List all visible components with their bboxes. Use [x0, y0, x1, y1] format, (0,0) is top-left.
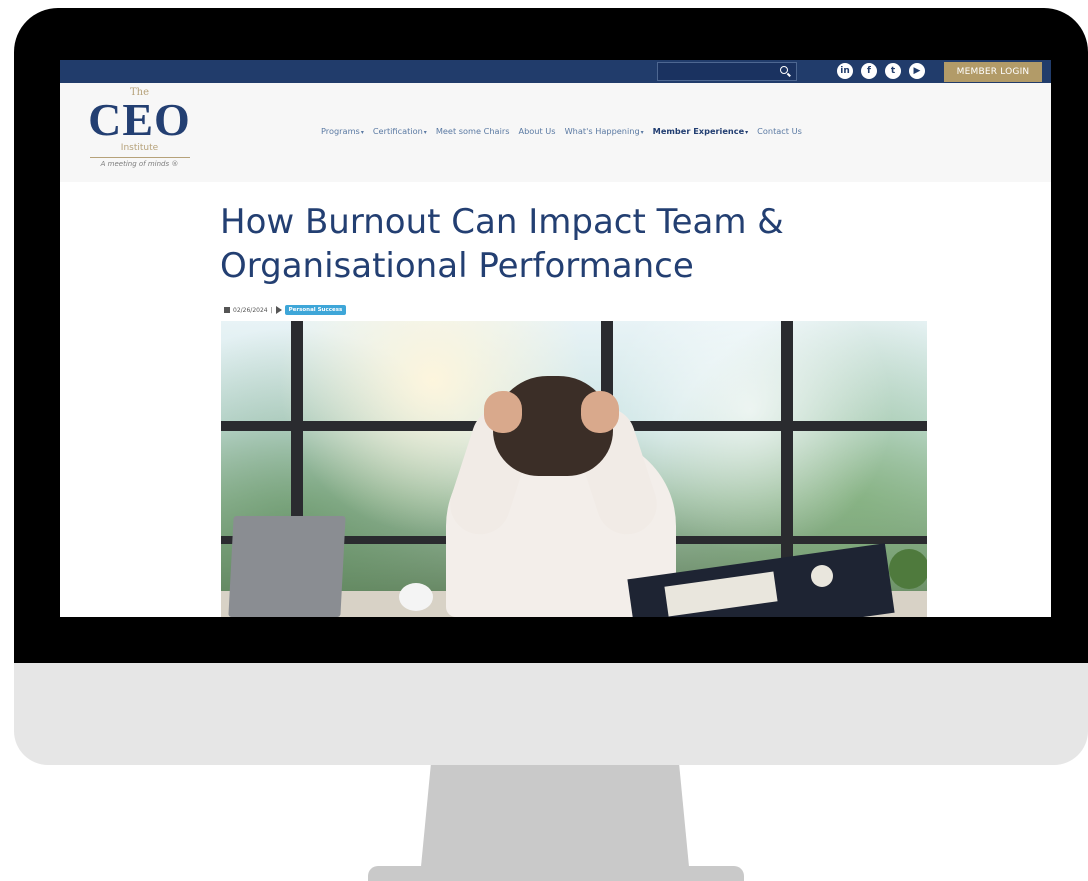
caret-down-icon: ▾	[745, 129, 749, 136]
facebook-icon[interactable]: f	[861, 63, 877, 79]
person-hand	[484, 391, 522, 433]
logo-divider	[90, 157, 190, 158]
nav-item-meet-some-chairs[interactable]: Meet some Chairs	[436, 126, 510, 142]
social-icons: in f t ▶	[837, 63, 925, 80]
nav-item-label: Member Experience	[652, 126, 745, 136]
nav-item-label: About Us	[518, 126, 556, 136]
category-tag[interactable]: Personal Success	[284, 305, 347, 315]
nav-item-label: Contact Us	[757, 126, 802, 136]
window-frame-bar	[781, 321, 793, 591]
monitor-stand-foot	[368, 866, 744, 881]
search-input[interactable]	[657, 62, 797, 81]
nav-item-about-us[interactable]: About Us	[518, 126, 555, 142]
nav-item-label: Programs	[321, 126, 360, 136]
person-hand	[581, 391, 619, 433]
nav-item-contact-us[interactable]: Contact Us	[757, 126, 802, 142]
article-date: 02/26/2024	[233, 306, 268, 314]
top-utility-bar: in f t ▶ MEMBER LOGIN	[60, 60, 1051, 83]
nav-item-label: Meet some Chairs	[435, 126, 510, 136]
site-header: The CEO Institute A meeting of minds ® P…	[60, 83, 1051, 182]
nav-item-whats-happening[interactable]: What's Happening▾	[565, 126, 644, 142]
site-logo[interactable]: The CEO Institute A meeting of minds ®	[72, 83, 207, 182]
caret-down-icon: ▾	[360, 129, 364, 136]
logo-ceo-text: CEO	[88, 94, 191, 145]
member-login-button[interactable]: MEMBER LOGIN	[944, 62, 1042, 82]
tag-icon	[275, 306, 282, 314]
calendar-icon	[224, 307, 230, 313]
article-hero-image	[221, 321, 927, 617]
nav-item-label: What's Happening	[564, 126, 640, 136]
monitor-stand-neck	[420, 765, 690, 877]
logo-institute-text: Institute	[120, 143, 159, 153]
main-navigation: Programs▾ Certification▾ Meet some Chair…	[321, 126, 802, 142]
binder-ring	[811, 565, 833, 587]
twitter-icon[interactable]: t	[885, 63, 901, 79]
linkedin-icon[interactable]: in	[837, 63, 853, 79]
caret-down-icon: ▾	[423, 129, 427, 136]
monitor-screen: in f t ▶ MEMBER LOGIN The CEO Institute …	[60, 60, 1051, 617]
nav-item-member-experience[interactable]: Member Experience▾	[653, 126, 748, 142]
monitor-chin	[14, 663, 1088, 765]
nav-item-certification[interactable]: Certification▾	[373, 126, 427, 142]
logo-tagline: A meeting of minds ®	[100, 160, 179, 168]
caret-down-icon: ▾	[640, 129, 644, 136]
potted-plant	[889, 549, 927, 589]
laptop	[228, 516, 346, 617]
article-meta: 02/26/2024 | Personal Success	[224, 304, 347, 316]
nav-item-programs[interactable]: Programs▾	[321, 126, 364, 142]
youtube-icon[interactable]: ▶	[909, 63, 925, 79]
crumpled-paper	[399, 583, 433, 611]
nav-item-label: Certification	[372, 126, 423, 136]
meta-separator: |	[270, 306, 273, 314]
search-icon[interactable]	[780, 66, 788, 74]
article-title: How Burnout Can Impact Team & Organisati…	[220, 202, 784, 286]
